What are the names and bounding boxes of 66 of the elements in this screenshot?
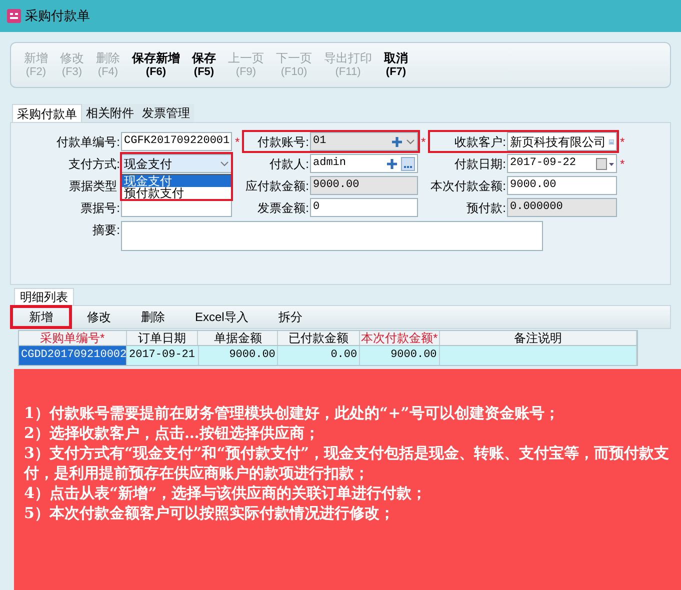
- annotation-text: 3）支付方式有“现金支付”和“预付款支付”，现金支付包括是现金、转账、支付宝等，而预付款支付，是利用提前预存在供应商账户的款项进行扣款；: [24, 443, 670, 483]
- table-cell: CGDD201709210002: [19, 346, 127, 365]
- field-label: 付款人:: [268, 156, 310, 172]
- chevron-down-icon[interactable]: [220, 160, 229, 166]
- input-field[interactable]: 0: [310, 198, 418, 217]
- toolbar-button[interactable]: 拆分: [264, 306, 316, 328]
- required-mark: *: [421, 134, 426, 150]
- field-label: 票据类型: [68, 178, 118, 194]
- app-icon: [7, 9, 21, 23]
- toolbar-button[interactable]: Excel导入: [181, 306, 262, 328]
- field-label: 支付方式:: [68, 156, 121, 172]
- input-field[interactable]: 01: [310, 132, 418, 151]
- input-field[interactable]: admin: [310, 154, 418, 173]
- input-field[interactable]: 0.000000: [507, 198, 617, 217]
- browse-button[interactable]: [401, 156, 415, 170]
- table-cell: 0.00: [278, 346, 360, 365]
- tab[interactable]: 相关附件: [82, 104, 138, 122]
- table-cell: 9000.00: [198, 346, 278, 365]
- input-field[interactable]: 9000.00: [507, 176, 617, 195]
- input-field[interactable]: 9000.00: [310, 176, 418, 195]
- tab[interactable]: 采购付款单: [12, 104, 82, 122]
- annotation-text: 2）选择收款客户，点击…按钮选择供应商；: [24, 423, 320, 443]
- column-header[interactable]: 采购单编号*: [19, 331, 127, 345]
- field-label: 摘要:: [92, 222, 121, 239]
- add-icon[interactable]: [391, 136, 403, 148]
- field-label: 付款单编号:: [56, 134, 121, 150]
- input-field[interactable]: 新页科技有限公司: [507, 132, 617, 151]
- toolbar-button[interactable]: 新增: [11, 306, 71, 328]
- column-header[interactable]: 已付款金额: [278, 331, 360, 345]
- field-label: 付款账号:: [256, 134, 310, 150]
- field-label: 预付款:: [466, 200, 507, 216]
- required-mark: *: [620, 156, 625, 172]
- table-cell: 2017-09-21: [127, 346, 199, 365]
- window-title: 采购付款单: [25, 7, 90, 26]
- column-header[interactable]: 单据金额: [198, 331, 278, 345]
- toolbar-button[interactable]: 取消 (F7): [379, 51, 413, 79]
- toolbar-button[interactable]: 删除: [127, 306, 179, 328]
- column-header[interactable]: 本次付款金额*: [360, 331, 440, 345]
- field-label: 应付款金额:: [244, 178, 310, 194]
- toolbar-button[interactable]: 修改: [73, 306, 125, 328]
- field-label: 收款客户:: [454, 134, 507, 150]
- calendar-icon[interactable]: [596, 158, 614, 170]
- table-cell: 9000.00: [360, 346, 440, 365]
- chevron-down-icon[interactable]: [406, 138, 415, 144]
- required-mark: *: [235, 134, 240, 150]
- field-label: 票据号:: [80, 200, 121, 216]
- dropdown-option[interactable]: 预付款支付: [122, 187, 231, 199]
- add-icon[interactable]: [386, 158, 398, 170]
- toolbar-button[interactable]: 保存新增 (F6): [127, 51, 185, 79]
- tab[interactable]: 明细列表: [14, 288, 74, 305]
- field-label: 发票金额:: [256, 200, 310, 216]
- field-label: 付款日期:: [454, 156, 507, 172]
- annotation-text: 4）点击从表“新增”，选择与该供应商的关联订单进行付款；: [24, 483, 428, 503]
- column-header[interactable]: 订单日期: [126, 331, 198, 345]
- dropdown-option[interactable]: 现金支付: [122, 175, 231, 187]
- select-field[interactable]: 现金支付: [121, 154, 232, 173]
- required-mark: *: [620, 134, 625, 150]
- annotation-text: 5）本次付款金额客户可以按照实际付款情况进行修改；: [24, 503, 396, 523]
- annotation-text: 1）付款账号需要提前在财务管理模块创建好，此处的“+”号可以创建资金账号；: [24, 403, 560, 423]
- toolbar-button[interactable]: 保存 (F5): [187, 51, 221, 79]
- tab[interactable]: 发票管理: [138, 104, 194, 122]
- input-field[interactable]: CGFK201709220001: [121, 132, 232, 151]
- summary-field[interactable]: [121, 221, 543, 251]
- input-field[interactable]: 2017-09-22: [507, 154, 617, 173]
- column-header[interactable]: 备注说明: [440, 331, 638, 345]
- field-label: 本次付款金额:: [430, 178, 507, 194]
